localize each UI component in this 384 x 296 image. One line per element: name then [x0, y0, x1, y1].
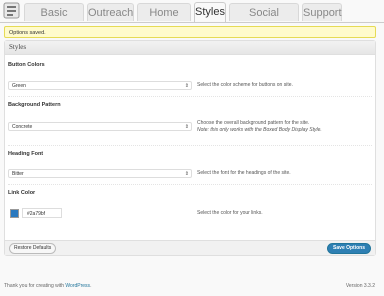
admin-footer-thanks: Thank you for creating with WordPress.: [4, 283, 91, 289]
select-arrows-icon: ⇕: [184, 124, 189, 130]
divider: [8, 145, 372, 146]
wordpress-link[interactable]: WordPress: [65, 283, 90, 289]
thanks-suffix: .: [90, 283, 92, 289]
restore-defaults-button[interactable]: Restore Defaults: [9, 243, 57, 254]
link-color-input[interactable]: #2a79bf: [22, 208, 62, 218]
background-pattern-note: Note: this only works with the Boxed Bod…: [197, 126, 322, 133]
version-text: Version 3.3.2: [345, 283, 375, 289]
background-pattern-title: Background Pattern: [8, 102, 61, 108]
heading-font-select[interactable]: Bitter ⇕: [8, 169, 192, 178]
link-color-description: Select the color for your links.: [197, 210, 263, 216]
settings-page-icon: [3, 2, 20, 19]
heading-font-value: Bitter: [12, 171, 24, 177]
tab-styles[interactable]: Styles: [194, 2, 226, 22]
button-colors-select[interactable]: Green ⇕: [8, 81, 192, 90]
link-color-swatch[interactable]: [10, 209, 19, 218]
button-colors-value: Green: [12, 83, 26, 89]
link-color-title: Link Color: [8, 190, 36, 196]
thanks-text: Thank you for creating with: [4, 283, 66, 289]
tab-home-page[interactable]: Home Page: [137, 3, 191, 37]
tab-social-networks[interactable]: Social Networks: [229, 3, 299, 37]
select-arrows-icon: ⇕: [184, 171, 189, 177]
select-arrows-icon: ⇕: [184, 83, 189, 89]
heading-font-title: Heading Font: [8, 151, 44, 157]
background-pattern-select[interactable]: Concrete ⇕: [8, 122, 192, 131]
panel-footer: Restore Defaults Save Options: [5, 240, 375, 255]
options-saved-notice: Options saved.: [4, 26, 376, 38]
tab-outreach[interactable]: Outreach: [87, 3, 134, 21]
background-pattern-description: Choose the overall background pattern fo…: [197, 120, 377, 133]
button-colors-description: Select the color scheme for buttons on s…: [197, 82, 293, 88]
tab-basic-settings[interactable]: Basic Settings: [24, 3, 84, 37]
save-options-button[interactable]: Save Options: [327, 243, 371, 254]
panel-title: Styles: [5, 41, 375, 55]
background-pattern-value: Concrete: [12, 124, 33, 130]
tab-support[interactable]: Support: [302, 3, 342, 21]
heading-font-description: Select the font for the headings of the …: [197, 170, 291, 176]
tab-bar: Basic Settings Outreach Home Page Styles…: [0, 0, 384, 37]
styles-panel: Styles Button Colors Green ⇕ Select the …: [4, 40, 376, 256]
divider: [8, 96, 372, 97]
button-colors-title: Button Colors: [8, 62, 45, 68]
divider: [8, 184, 372, 185]
background-pattern-desc-text: Choose the overall background pattern fo…: [197, 120, 310, 126]
